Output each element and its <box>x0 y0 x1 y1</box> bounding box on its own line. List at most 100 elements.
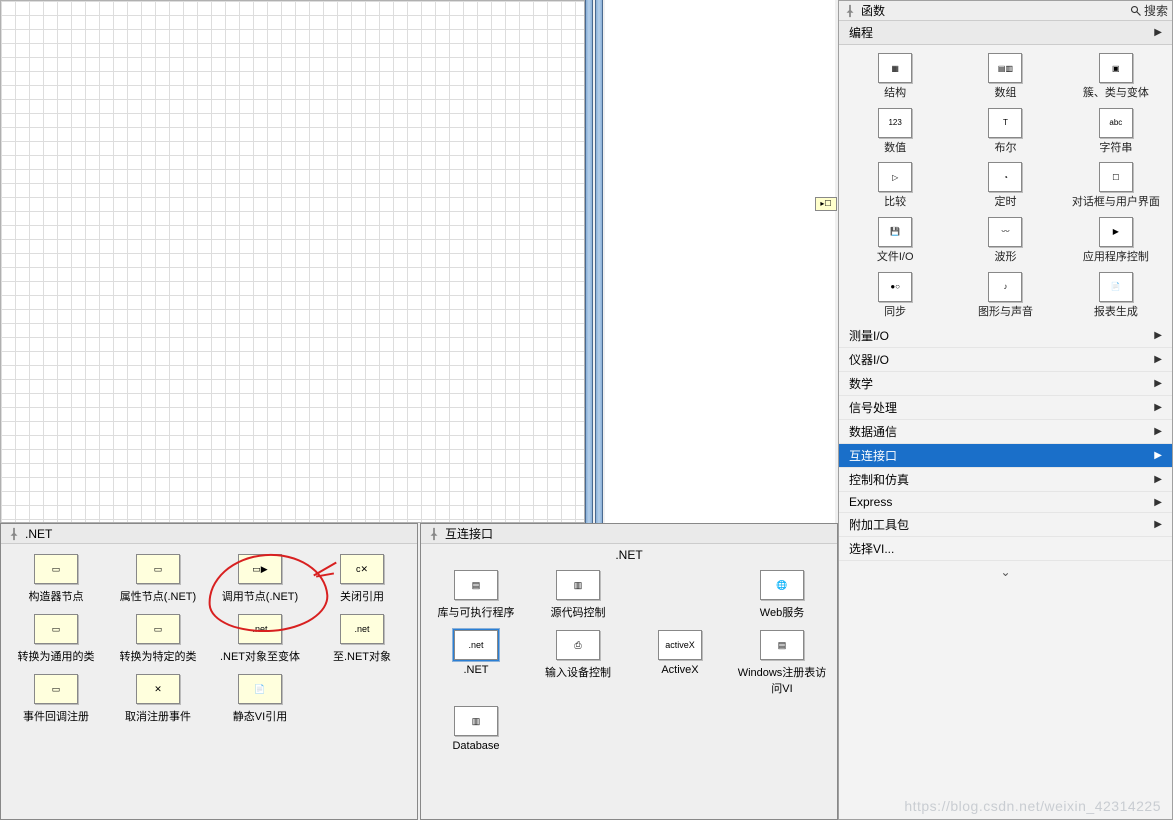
palette-item[interactable]: 123数值 <box>843 108 947 155</box>
palette-icon: 💾 <box>878 217 912 247</box>
dotnet-item[interactable]: ▭▶调用节点(.NET) <box>211 554 309 604</box>
menu-item[interactable]: 数学▶ <box>839 372 1172 396</box>
dotnet-item[interactable]: c✕关闭引用 <box>313 554 411 604</box>
interop-item[interactable]: ▤Windows注册表访问VI <box>733 630 831 696</box>
interop-item[interactable]: ▥Database <box>427 706 525 752</box>
menu-item[interactable]: 互连接口▶ <box>839 444 1172 468</box>
pin-icon[interactable] <box>7 527 21 541</box>
palette-item-label: 文件I/O <box>877 251 914 264</box>
menu-item[interactable]: 附加工具包▶ <box>839 513 1172 537</box>
palette-item-label: 波形 <box>994 251 1016 264</box>
dotnet-item-icon: ▭ <box>136 554 180 584</box>
window-divider-1[interactable] <box>585 0 593 523</box>
dotnet-item[interactable]: ▭构造器节点 <box>7 554 105 604</box>
palette-item[interactable]: T布尔 <box>953 108 1057 155</box>
dotnet-item[interactable]: .net.NET对象至变体 <box>211 614 309 664</box>
dotnet-item-label: 转换为通用的类 <box>18 648 95 664</box>
palette-item[interactable]: 📄报表生成 <box>1064 272 1168 319</box>
menu-item-label: 测量I/O <box>849 327 889 344</box>
menu-item-label: 仪器I/O <box>849 351 889 368</box>
dotnet-item[interactable]: ✕取消注册事件 <box>109 674 207 724</box>
functions-palette-header: 函数 搜索 <box>839 1 1172 21</box>
palette-item[interactable]: ▤▥数组 <box>953 53 1057 100</box>
menu-item-label: Express <box>849 495 892 509</box>
dotnet-item-label: 属性节点(.NET) <box>120 588 196 604</box>
menu-item-label: 数学 <box>849 375 873 392</box>
menu-item[interactable]: 仪器I/O▶ <box>839 348 1172 372</box>
interop-item-label: 库与可执行程序 <box>438 604 515 620</box>
palette-icon: ▤▥ <box>988 53 1022 83</box>
interop-item[interactable]: ▤库与可执行程序 <box>427 570 525 620</box>
interop-item-label: 输入设备控制 <box>545 664 611 680</box>
dotnet-item-icon: ▭ <box>34 614 78 644</box>
dotnet-item[interactable]: ▭ 属性节点(.NET) <box>109 554 207 604</box>
category-header[interactable]: 编程 ▶ <box>839 21 1172 45</box>
dotnet-palette-title: .NET <box>25 527 52 541</box>
dotnet-item-label: 至.NET对象 <box>333 648 391 664</box>
dotnet-item[interactable]: 📄静态VI引用 <box>211 674 309 724</box>
expand-chevron[interactable]: ⌄ <box>839 561 1172 583</box>
front-panel-area[interactable] <box>605 0 835 523</box>
interop-item-label: ActiveX <box>661 664 698 676</box>
palette-item[interactable]: abc字符串 <box>1064 108 1168 155</box>
chevron-right-icon: ▶ <box>1154 27 1162 38</box>
menu-item[interactable]: Express ▶ <box>839 492 1172 513</box>
dotnet-item-icon: ▭ <box>34 554 78 584</box>
interop-item[interactable]: 🌐Web服务 <box>733 570 831 620</box>
interop-selected-label: .NET <box>421 544 837 564</box>
palette-item[interactable]: ▶应用程序控制 <box>1064 217 1168 264</box>
interop-item[interactable]: activeXActiveX <box>631 630 729 696</box>
palette-icon: ◔ <box>988 162 1022 192</box>
interop-item-icon: ▤ <box>760 630 804 660</box>
palette-item[interactable]: ♪图形与声音 <box>953 272 1057 319</box>
palette-item-label: 比较 <box>884 196 906 209</box>
search-button[interactable]: 搜索 <box>1130 2 1168 19</box>
chevron-right-icon: ▶ <box>1154 497 1162 508</box>
palette-item[interactable]: ▦结构 <box>843 53 947 100</box>
menu-item-label: 控制和仿真 <box>849 471 909 488</box>
interop-item[interactable]: ▥源代码控制 <box>529 570 627 620</box>
interop-item-icon: 🌐 <box>760 570 804 600</box>
pin-icon[interactable] <box>843 4 857 18</box>
palette-item[interactable]: ▷ 比较 <box>843 162 947 209</box>
menu-item[interactable]: 数据通信 ▶ <box>839 420 1172 444</box>
menu-item[interactable]: 测量I/O ▶ <box>839 324 1172 348</box>
interop-item[interactable]: ⎙输入设备控制 <box>529 630 627 696</box>
chevron-right-icon: ▶ <box>1154 426 1162 437</box>
palette-item[interactable]: ▣簇、类与变体 <box>1064 53 1168 100</box>
dotnet-item[interactable]: .net至.NET对象 <box>313 614 411 664</box>
palette-icon: ▷ <box>878 162 912 192</box>
palette-item[interactable]: ☐对话框与用户界面 <box>1064 162 1168 209</box>
palette-item[interactable]: ◔ 定时 <box>953 162 1057 209</box>
menu-item[interactable]: 控制和仿真 ▶ <box>839 468 1172 492</box>
menu-item-label: 附加工具包 <box>849 516 909 533</box>
menu-item[interactable]: 信号处理▶ <box>839 396 1172 420</box>
interop-item[interactable]: .net.NET <box>427 630 525 696</box>
search-icon <box>1130 5 1142 17</box>
palette-item-label: 对话框与用户界面 <box>1072 196 1160 209</box>
palette-item-label: 定时 <box>994 196 1016 209</box>
dotnet-item[interactable]: ▭ 转换为通用的类 <box>7 614 105 664</box>
menu-item-label: 数据通信 <box>849 423 897 440</box>
pin-icon[interactable] <box>427 527 441 541</box>
palette-item[interactable]: 💾 文件I/O <box>843 217 947 264</box>
diagram-node-icon[interactable]: ▸☐ <box>815 197 837 211</box>
palette-item[interactable]: ●○同步 <box>843 272 947 319</box>
menu-item[interactable]: 选择VI... <box>839 537 1172 561</box>
interop-item-label: .NET <box>463 664 488 676</box>
dotnet-item[interactable]: ▭ 事件回调注册 <box>7 674 105 724</box>
dotnet-item-label: 事件回调注册 <box>23 708 89 724</box>
interop-palette-header: 互连接口 <box>421 524 837 544</box>
palette-item[interactable]: 〰波形 <box>953 217 1057 264</box>
menu-item-label: 选择VI... <box>849 540 894 557</box>
chevron-right-icon: ▶ <box>1154 330 1162 341</box>
block-diagram-grid[interactable] <box>0 0 585 523</box>
dotnet-item[interactable]: ▭转换为特定的类 <box>109 614 207 664</box>
window-divider-2[interactable] <box>595 0 603 523</box>
interop-item-icon: ▥ <box>454 706 498 736</box>
dotnet-item-icon: ✕ <box>136 674 180 704</box>
dotnet-item-icon: ▭ <box>34 674 78 704</box>
chevron-right-icon: ▶ <box>1154 474 1162 485</box>
dotnet-item-label: 转换为特定的类 <box>120 648 197 664</box>
programming-icon-grid: ▦结构▤▥数组▣簇、类与变体 123数值T布尔abc字符串 ▷ 比较 ◔ 定时 ☐对话框与用… <box>839 45 1172 324</box>
